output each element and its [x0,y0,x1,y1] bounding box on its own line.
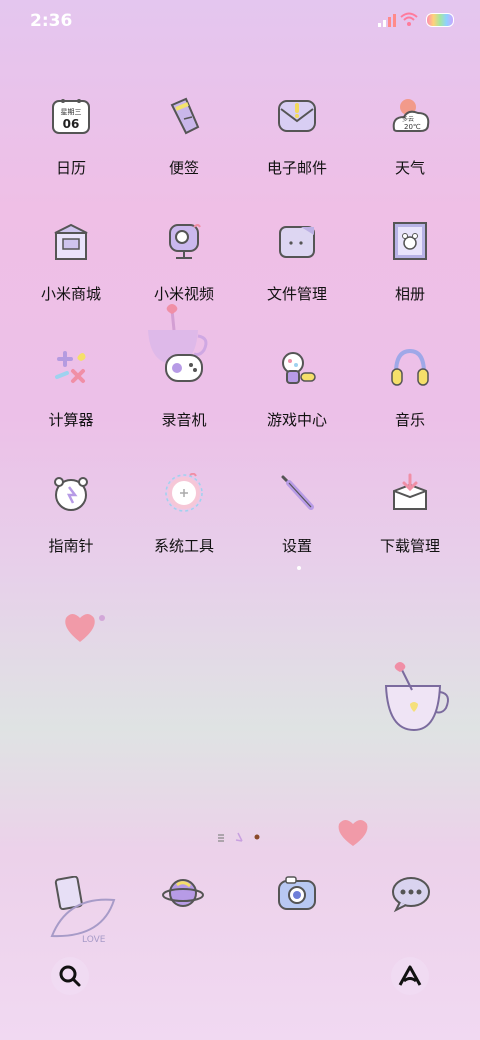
svg-text:星期三: 星期三 [61,108,82,116]
system-tools-icon [165,473,203,512]
app-label: 计算器 [48,411,94,429]
messages-icon [392,877,430,913]
game-center-icon [282,352,316,384]
app-label: 设置 [281,537,312,555]
signal-icon [378,14,396,27]
video-camera-icon [169,224,201,259]
calculator-icon [55,351,86,383]
app-mi-store[interactable]: 小米商城 [15,221,127,331]
app-compass[interactable]: 指南针 [15,473,127,583]
svg-text:多云: 多云 [402,115,414,123]
dock-messages[interactable] [390,872,432,914]
battery-icon [426,13,454,27]
app-label: 相册 [394,285,425,303]
app-label: 下载管理 [379,537,440,555]
svg-text:20℃: 20℃ [404,123,421,131]
page-indicator[interactable] [214,828,274,842]
browser-planet-icon [162,879,204,907]
page-indicator-dots [218,832,260,842]
camera-icon [278,876,316,910]
app-gallery[interactable]: 相册 [354,221,466,331]
app-calendar[interactable]: 星期三 06 日历 [15,95,127,205]
pencil-note-icon [170,97,200,135]
app-label: 游戏中心 [266,411,327,429]
search-button[interactable] [50,956,90,996]
heart-decoration-icon [65,614,105,642]
svg-text:LOVE: LOVE [82,935,106,945]
app-drawer-button[interactable] [390,956,430,996]
app-mi-video[interactable]: 小米视频 [128,221,240,331]
app-game-center[interactable]: 游戏中心 [241,347,353,457]
app-label: 日历 [55,159,86,177]
compass-icon [54,477,88,511]
settings-icon [281,475,314,510]
dock-camera[interactable] [276,872,318,914]
status-time: 2:36 [30,11,73,31]
app-system-tools[interactable]: 系统工具 [128,473,240,583]
app-download-manager[interactable]: 下载管理 [354,473,466,583]
app-label: 文件管理 [266,285,327,303]
phone-icon: LOVE [50,875,116,945]
app-label: 电子邮件 [266,159,327,177]
recorder-icon [165,354,203,382]
folder-icon [279,226,315,258]
app-settings[interactable]: 设置 [241,473,353,583]
gallery-icon [393,222,427,260]
app-music[interactable]: 音乐 [354,347,466,457]
app-file-manager[interactable]: 文件管理 [241,221,353,331]
search-icon [51,957,89,995]
store-icon [54,223,88,260]
wifi-icon [400,12,418,26]
heart-decoration-icon-2 [338,820,368,846]
app-label: 便签 [168,159,199,177]
mail-icon [278,100,316,132]
app-weather[interactable]: 多云 20℃ 天气 [354,95,466,205]
status-bar: 2:36 [0,0,480,40]
dock-phone[interactable]: LOVE [48,875,116,945]
teacup-decoration-icon-2 [384,662,449,732]
app-label: 天气 [394,159,425,177]
app-label: 小米视频 [153,285,214,303]
svg-text:06: 06 [63,117,80,131]
download-icon [393,473,427,510]
dock: LOVE [0,872,480,945]
headphones-icon [391,348,429,386]
app-label: 指南针 [48,537,94,555]
weather-icon: 多云 20℃ [392,99,430,132]
app-label: 系统工具 [153,537,214,555]
app-label: 小米商城 [40,285,101,303]
app-notes[interactable]: 便签 [128,95,240,205]
app-recorder[interactable]: 录音机 [128,347,240,457]
app-calculator[interactable]: 计算器 [15,347,127,457]
calendar-icon: 星期三 06 [52,99,90,134]
app-drawer-icon [391,957,429,995]
app-label: 音乐 [394,411,425,429]
app-label: 录音机 [161,411,207,429]
app-email[interactable]: 电子邮件 [241,95,353,205]
dock-browser[interactable] [162,872,204,914]
